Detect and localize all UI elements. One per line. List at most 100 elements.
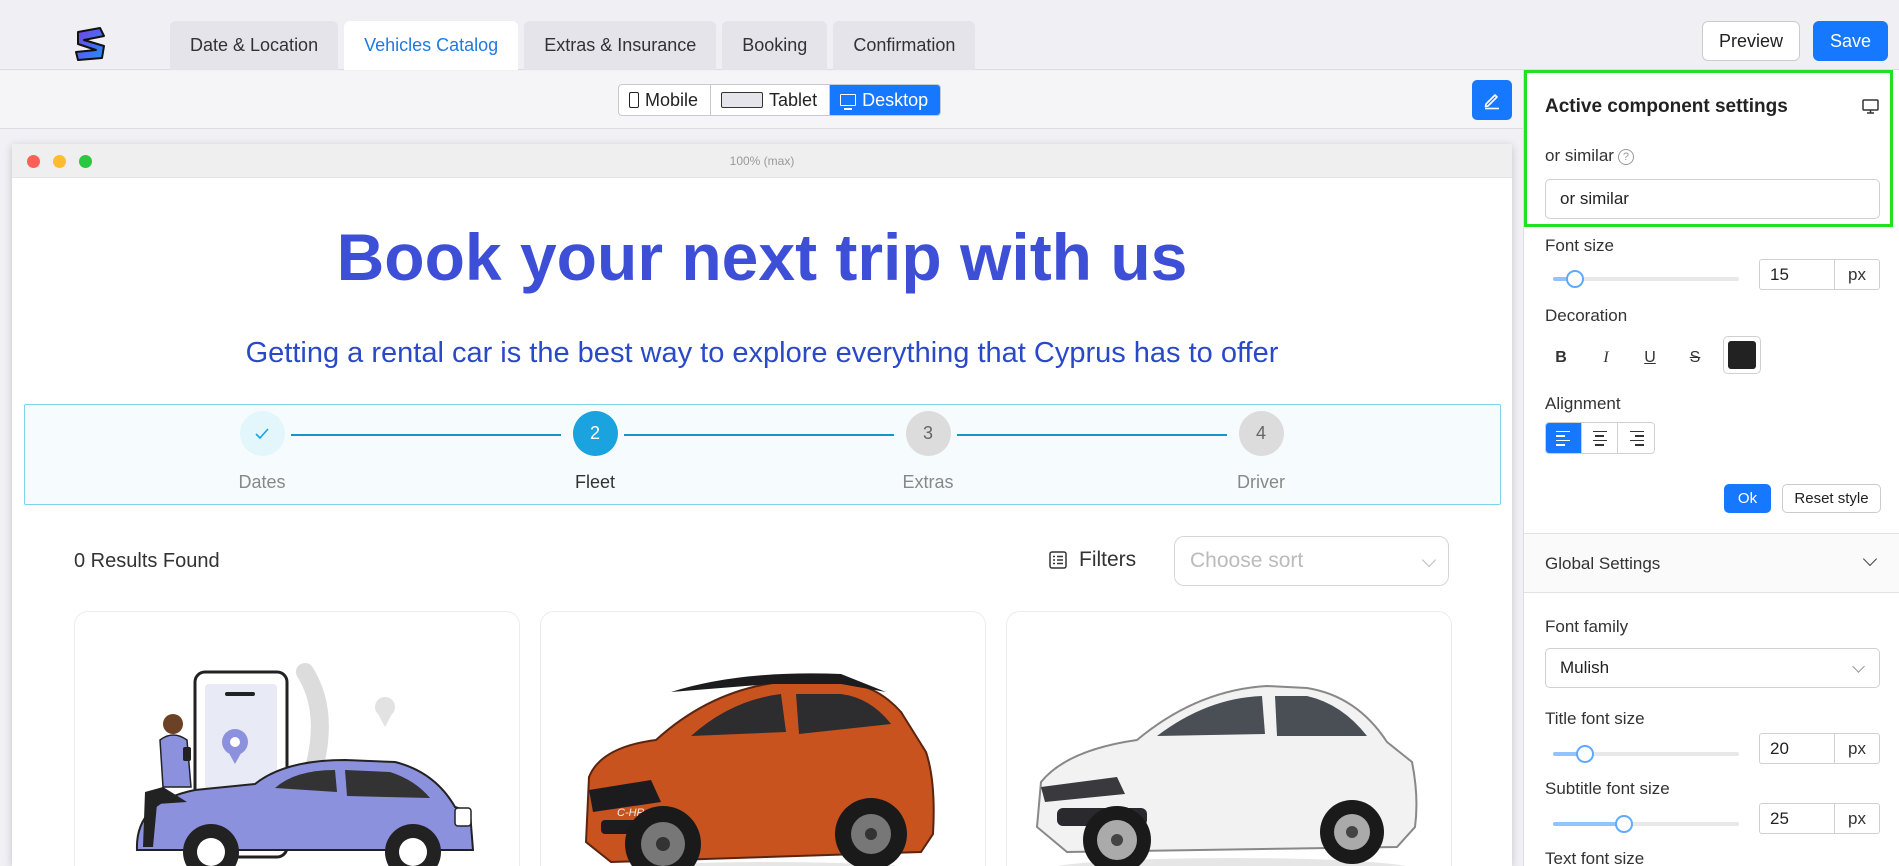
help-icon[interactable]: ? [1617,149,1634,165]
sort-select[interactable]: Choose sort [1174,536,1449,586]
font-size-unit: px [1848,265,1866,284]
device-desktop-button[interactable]: Desktop [830,85,941,115]
tab-date-location[interactable]: Date & Location [170,21,339,70]
check-icon [239,411,285,456]
title-font-size-value[interactable]: 20 [1760,734,1835,763]
font-family-value: Mulish [1560,658,1610,677]
active-settings-title: Active component settings [1545,96,1788,117]
device-tablet-label: Tablet [769,89,818,110]
subtitle-font-size-slider[interactable] [1553,815,1739,833]
slider-handle[interactable] [1614,815,1633,833]
divider [1524,592,1899,593]
device-mobile-label: Mobile [645,89,699,110]
edit-button[interactable] [1472,80,1512,120]
subtitle-font-size-unit: px [1848,809,1866,828]
step-extras[interactable]: 3 Extras [828,411,1028,493]
results-count: 0 Results Found [74,550,220,572]
zoom-label: 100% (max) [729,154,795,168]
font-family-select[interactable]: Mulish [1545,648,1880,688]
align-center-button[interactable] [1582,423,1618,453]
step-dates[interactable]: Dates [162,411,362,493]
title-font-size-input[interactable]: 20 px [1759,733,1880,764]
align-right-button[interactable] [1618,423,1654,453]
title-font-size-unit: px [1848,739,1866,758]
italic-button[interactable]: I [1591,343,1621,373]
color-swatch-fill [1728,341,1756,369]
tablet-icon [721,92,764,108]
device-mobile-button[interactable]: Mobile [619,85,712,115]
device-desktop-label: Desktop [862,89,929,110]
step-fleet-number: 2 [572,411,618,456]
reset-style-button[interactable]: Reset style [1782,484,1881,513]
bold-button[interactable]: B [1546,343,1576,373]
chevron-down-icon [1862,551,1878,567]
chevron-down-icon [1421,552,1437,568]
vehicle-card[interactable]: C-HR [540,611,986,866]
font-size-value[interactable]: 15 [1760,260,1835,289]
filters-button[interactable]: Filters [1049,548,1136,572]
decoration-label: Decoration [1545,306,1628,325]
text-font-size-label: Text font size [1545,849,1645,866]
chevron-down-icon [1852,660,1865,673]
desktop-icon [840,94,857,110]
step-driver[interactable]: 4 Driver [1161,411,1361,493]
step-driver-label: Driver [1237,472,1285,492]
orange-suv-photo: C-HR [584,673,935,866]
alignment-label: Alignment [1545,394,1621,413]
save-button[interactable]: Save [1813,21,1888,61]
sort-placeholder: Choose sort [1190,549,1304,572]
device-switcher: Mobile Tablet Desktop [618,84,942,116]
device-toolbar: Mobile Tablet Desktop [0,71,1523,129]
step-fleet[interactable]: 2 Fleet [495,411,695,493]
preview-frame-titlebar: 100% (max) [12,144,1512,178]
step-extras-label: Extras [902,472,954,492]
text-color-picker[interactable] [1723,336,1761,374]
step-fleet-label: Fleet [574,472,616,492]
filters-label: Filters [1079,548,1137,571]
car-rental-illustration [135,663,475,866]
mobile-icon [629,92,639,108]
font-size-label: Font size [1545,236,1614,255]
ok-button[interactable]: Ok [1724,484,1771,513]
tab-extras-insurance[interactable]: Extras & Insurance [524,21,717,70]
or-similar-input[interactable]: or similar [1545,179,1880,219]
top-bar: Date & Location Vehicles Catalog Extras … [0,0,1899,70]
white-sedan-photo [1035,684,1418,866]
vehicle-card[interactable] [74,611,520,866]
strikethrough-button[interactable]: S [1680,343,1710,373]
step-driver-number: 4 [1238,411,1284,456]
title-font-size-slider[interactable] [1553,745,1739,763]
or-similar-label-text: or similar [1545,146,1614,165]
preview-button[interactable]: Preview [1702,21,1800,61]
desktop-icon[interactable] [1862,99,1879,114]
font-size-slider[interactable] [1553,270,1739,288]
align-left-button[interactable] [1546,423,1582,453]
tab-vehicles-catalog[interactable]: Vehicles Catalog [344,21,519,70]
subtitle-font-size-value[interactable]: 25 [1760,804,1835,833]
tab-confirmation[interactable]: Confirmation [833,21,976,70]
pencil-icon [1484,94,1499,110]
or-similar-field-label: or similar? [1545,146,1634,166]
app-logo [75,27,105,61]
step-dates-label: Dates [238,472,286,492]
alignment-group [1545,422,1655,454]
slider-track-fill [1553,822,1624,826]
step-tabs: Date & Location Vehicles Catalog Extras … [170,21,976,70]
global-settings-label: Global Settings [1545,554,1661,573]
booking-stepper: Dates 2 Fleet 3 Extras 4 Driver [24,404,1501,505]
global-settings-header[interactable]: Global Settings [1524,534,1899,592]
underline-button[interactable]: U [1635,343,1665,373]
device-tablet-button[interactable]: Tablet [711,85,831,115]
tab-booking[interactable]: Booking [722,21,828,70]
step-extras-number: 3 [905,411,951,456]
font-size-input[interactable]: 15 px [1759,259,1880,290]
hero-title: Book your next trip with us [336,220,1188,294]
preview-frame: 100% (max) Book your next trip with us G… [12,144,1512,866]
subtitle-font-size-label: Subtitle font size [1545,779,1670,798]
filter-list-icon [1049,551,1067,569]
vehicle-card[interactable] [1006,611,1452,866]
slider-handle[interactable] [1575,745,1594,763]
font-family-label: Font family [1545,617,1629,636]
subtitle-font-size-input[interactable]: 25 px [1759,803,1880,834]
title-font-size-label: Title font size [1545,709,1645,728]
